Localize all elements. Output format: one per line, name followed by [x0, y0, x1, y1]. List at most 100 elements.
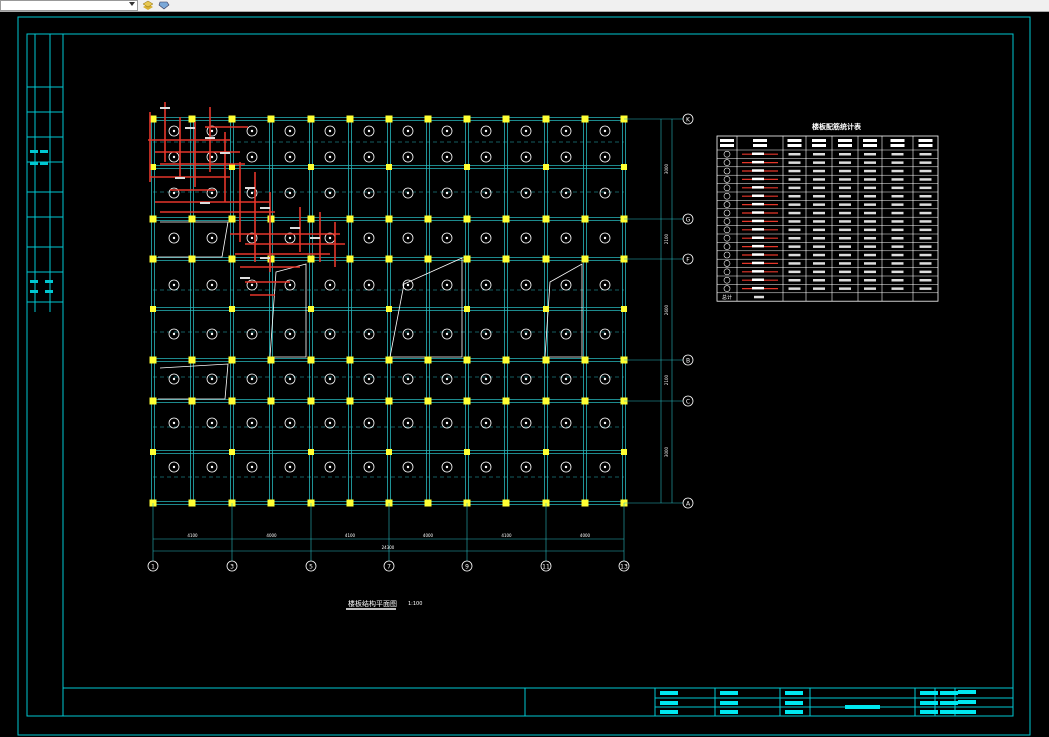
column [229, 306, 235, 312]
column [581, 255, 589, 263]
table-cell-mark [891, 178, 904, 181]
column [424, 356, 432, 364]
slab-marker-dot [524, 191, 528, 195]
header-text-mark [863, 139, 877, 142]
title-block-text [940, 701, 958, 705]
axis-label-B: B [686, 358, 690, 365]
axis-label-9: 9 [465, 564, 469, 571]
column [149, 255, 157, 263]
slab-marker-dot [172, 332, 176, 336]
title-block-text [958, 690, 976, 694]
span-dimension: 2100 [664, 233, 669, 244]
layer-icon[interactable] [142, 0, 154, 10]
column [150, 164, 156, 170]
slab-marker-dot [250, 191, 254, 195]
rebar-label-mark [200, 202, 210, 204]
strip-text-block [40, 150, 48, 153]
slab-marker-dot [210, 129, 214, 133]
table-cell-mark [839, 287, 851, 290]
column [385, 255, 393, 263]
title-block-text [958, 710, 976, 714]
column [463, 115, 471, 123]
table-cell-mark [752, 236, 764, 239]
column [502, 499, 510, 507]
table-cell-mark [839, 237, 851, 240]
title-block-text [920, 701, 938, 705]
slab-marker-dot [210, 283, 214, 287]
table-cell-mark [788, 279, 801, 282]
table-cell-mark [891, 270, 904, 274]
table-cell-mark [839, 203, 851, 206]
table-cell-mark [788, 262, 801, 265]
table-cell-mark [752, 177, 764, 181]
table-cell-mark [919, 203, 932, 206]
table-cell-mark [813, 262, 825, 265]
table-cell-mark [891, 203, 904, 206]
axis-label-11: 11 [542, 564, 550, 571]
table-cell-mark [864, 186, 876, 190]
table-cell-mark [752, 186, 764, 189]
table-cell-mark [864, 228, 876, 232]
table-cell-mark [891, 153, 904, 156]
table-cell-mark [788, 178, 801, 181]
column [542, 115, 550, 123]
column [307, 356, 315, 364]
table-cell-mark [919, 169, 932, 173]
table-cell-mark [752, 202, 764, 206]
span-dimension: 2100 [664, 374, 669, 385]
table-cell-mark [891, 287, 904, 290]
slab-marker-dot [524, 465, 528, 469]
slab-marker-dot [445, 191, 449, 195]
table-cell-mark [752, 211, 764, 214]
table-cell-mark [864, 245, 876, 248]
table-cell-mark [891, 279, 904, 282]
table-cell-mark [891, 161, 904, 164]
table-cell-mark [919, 211, 932, 215]
slab-marker-dot [172, 421, 176, 425]
table-cell-mark [788, 220, 801, 223]
table-cell-mark [891, 253, 904, 257]
table-cell-mark [788, 287, 801, 290]
header-text-mark [838, 144, 852, 147]
bay-dimension: 4100 [345, 533, 356, 538]
axis-label-F: F [686, 257, 690, 264]
table-cell-mark [919, 262, 932, 265]
column [543, 306, 549, 312]
properties-icon[interactable] [158, 0, 170, 10]
table-cell-mark [813, 161, 825, 164]
chevron-down-icon[interactable] [129, 2, 135, 6]
table-cell-mark [813, 178, 825, 181]
column [463, 255, 471, 263]
slab-marker-dot [172, 377, 176, 381]
axis-label-G: G [686, 217, 691, 224]
table-cell-mark [839, 153, 851, 156]
column [502, 255, 510, 263]
table-cell-mark [839, 220, 851, 223]
rebar-label-mark [175, 177, 185, 179]
column [424, 499, 432, 507]
column [543, 164, 549, 170]
title-block-text [660, 710, 678, 714]
axis-label-13: 13 [620, 564, 628, 571]
slab-marker-dot [524, 332, 528, 336]
slab-marker-dot [564, 332, 568, 336]
cad-drawing-canvas[interactable]: KGFBCA300021002600210030004100 4000 4100 40… [0, 12, 1049, 737]
header-text-mark [787, 144, 802, 147]
column [542, 255, 550, 263]
rebar-label-mark [260, 207, 270, 209]
title-block-text [940, 691, 958, 695]
rebar-label-mark [260, 257, 270, 259]
table-cell-mark [788, 186, 801, 190]
slab-marker-dot [367, 377, 371, 381]
slab-marker-dot [406, 332, 410, 336]
column [267, 356, 275, 364]
slab-marker-dot [328, 129, 332, 133]
table-cell-mark [919, 178, 932, 181]
column [542, 397, 550, 405]
slab-marker-dot [367, 332, 371, 336]
table-cell-mark [839, 186, 851, 190]
table-cell-mark [839, 253, 851, 257]
layer-dropdown[interactable] [0, 0, 138, 11]
column [386, 449, 392, 455]
toolbar [0, 0, 1049, 12]
